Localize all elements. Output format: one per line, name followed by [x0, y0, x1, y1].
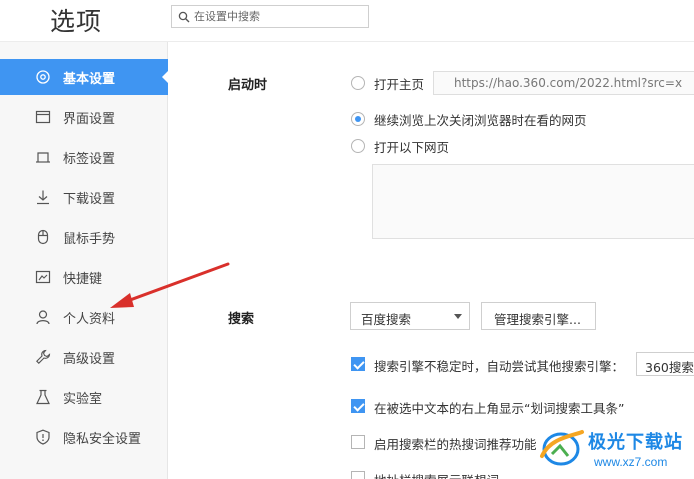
sidebar-item-mouse-gesture[interactable]: 鼠标手势 [0, 219, 168, 255]
homepage-url-field[interactable]: https://hao.360.com/2022.html?src=x [433, 71, 694, 95]
keyboard-icon [35, 270, 51, 284]
sidebar-item-label: 隐私安全设置 [63, 432, 142, 447]
sidebar-item-label: 标签设置 [63, 152, 116, 167]
startup-pages-list[interactable] [372, 164, 694, 239]
sidebar-item-label: 高级设置 [63, 352, 116, 367]
search-icon [178, 11, 190, 23]
sidebar-item-label: 鼠标手势 [63, 232, 116, 247]
watermark-name: 极光下载站 [588, 432, 683, 453]
radio-label-continue-session: 继续浏览上次关闭浏览器时在看的网页 [374, 113, 587, 128]
chevron-down-icon [454, 314, 462, 319]
watermark: 极光下载站 www.xz7.com [530, 420, 694, 479]
fallback-engine-select[interactable]: 360搜索 [636, 352, 694, 376]
window-icon [35, 110, 51, 124]
checkbox-fallback-engine[interactable] [351, 357, 365, 371]
sidebar-item-tabs[interactable]: 标签设置 [0, 139, 168, 175]
sidebar-item-download[interactable]: 下载设置 [0, 179, 168, 215]
aurora-logo-icon [540, 430, 584, 466]
search-box[interactable] [171, 5, 369, 28]
page-title: 选项 [50, 7, 103, 36]
header: 选项 [0, 0, 694, 42]
sidebar-item-privacy[interactable]: 隐私安全设置 [0, 419, 168, 455]
sidebar-item-label: 实验室 [63, 392, 103, 407]
startup-section-label: 启动时 [228, 78, 268, 93]
wrench-icon [36, 349, 51, 364]
user-icon [36, 310, 50, 325]
manage-search-engines-button[interactable]: 管理搜索引擎... [481, 302, 596, 330]
sidebar-item-basic[interactable]: 基本设置 [0, 59, 169, 95]
radio-label-open-homepage: 打开主页 [374, 77, 425, 92]
annotation-arrow [110, 262, 230, 308]
checkbox-label-address-suggestions: 地址栏搜索展示联想词 [374, 470, 499, 479]
search-engine-value: 百度搜索 [361, 312, 412, 327]
checkbox-label-selection-toolbar: 在被选中文本的右上角显示“划词搜索工具条” [374, 401, 625, 416]
flask-icon [36, 389, 50, 405]
sidebar-item-label: 快捷键 [63, 272, 103, 287]
mouse-icon [37, 229, 49, 245]
checkbox-hot-search[interactable] [351, 435, 365, 449]
sidebar-item-label: 界面设置 [63, 112, 116, 127]
sidebar-item-interface[interactable]: 界面设置 [0, 99, 168, 135]
checkbox-label-hot-search: 启用搜索栏的热搜词推荐功能 [374, 437, 537, 452]
radio-continue-session[interactable] [351, 112, 365, 126]
watermark-url: www.xz7.com [594, 455, 668, 469]
checkbox-label-fallback-engine: 搜索引擎不稳定时，自动尝试其他搜索引擎： [374, 359, 625, 374]
sidebar-item-lab[interactable]: 实验室 [0, 379, 168, 415]
sidebar-item-label: 基本设置 [63, 72, 116, 87]
download-icon [37, 190, 49, 205]
sidebar-item-advanced[interactable]: 高级设置 [0, 339, 168, 375]
gear-icon [36, 70, 50, 84]
shield-icon [36, 429, 50, 445]
search-input[interactable] [194, 8, 364, 25]
tab-icon [36, 152, 50, 163]
checkbox-address-suggestions[interactable] [351, 471, 365, 479]
radio-open-pages[interactable] [351, 139, 365, 153]
search-engine-select[interactable]: 百度搜索 [350, 302, 470, 330]
radio-label-open-pages: 打开以下网页 [374, 140, 450, 155]
radio-open-homepage[interactable] [351, 76, 365, 90]
sidebar-item-label: 下载设置 [63, 192, 116, 207]
checkbox-selection-toolbar[interactable] [351, 399, 365, 413]
